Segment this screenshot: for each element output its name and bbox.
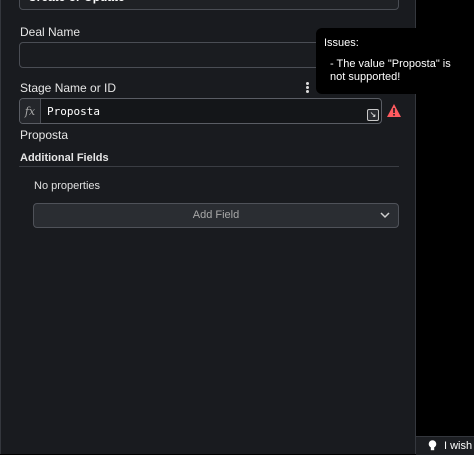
tooltip-message: - The value "Proposta" is not supported! (330, 58, 451, 83)
operation-select[interactable]: Create or Update (19, 0, 399, 10)
warning-icon[interactable] (387, 104, 401, 117)
tooltip-title: Issues: (324, 37, 359, 49)
chevron-down-icon (380, 212, 390, 219)
issues-tooltip: Issues: - The value "Proposta" is not su… (316, 28, 474, 94)
stage-expression-value[interactable]: Proposta (41, 99, 381, 123)
more-options-icon[interactable] (303, 82, 311, 94)
stage-label: Stage Name or ID (20, 81, 117, 95)
stage-resolved-value: Proposta (20, 128, 69, 142)
add-field-label: Add Field (192, 209, 240, 221)
stage-expression-input[interactable]: fx Proposta ↘ (19, 98, 382, 124)
lightbulb-icon (428, 440, 437, 451)
feedback-label: I wish (444, 440, 473, 452)
feedback-corner[interactable]: I wish (416, 436, 474, 455)
deal-name-label: Deal Name (20, 25, 81, 39)
additional-fields-heading: Additional Fields (20, 152, 109, 164)
expand-editor-icon[interactable]: ↘ (367, 109, 379, 121)
add-field-button[interactable]: Add Field (33, 203, 399, 228)
no-properties-text: No properties (34, 180, 101, 192)
fx-icon: fx (20, 99, 41, 123)
section-divider (19, 166, 399, 167)
